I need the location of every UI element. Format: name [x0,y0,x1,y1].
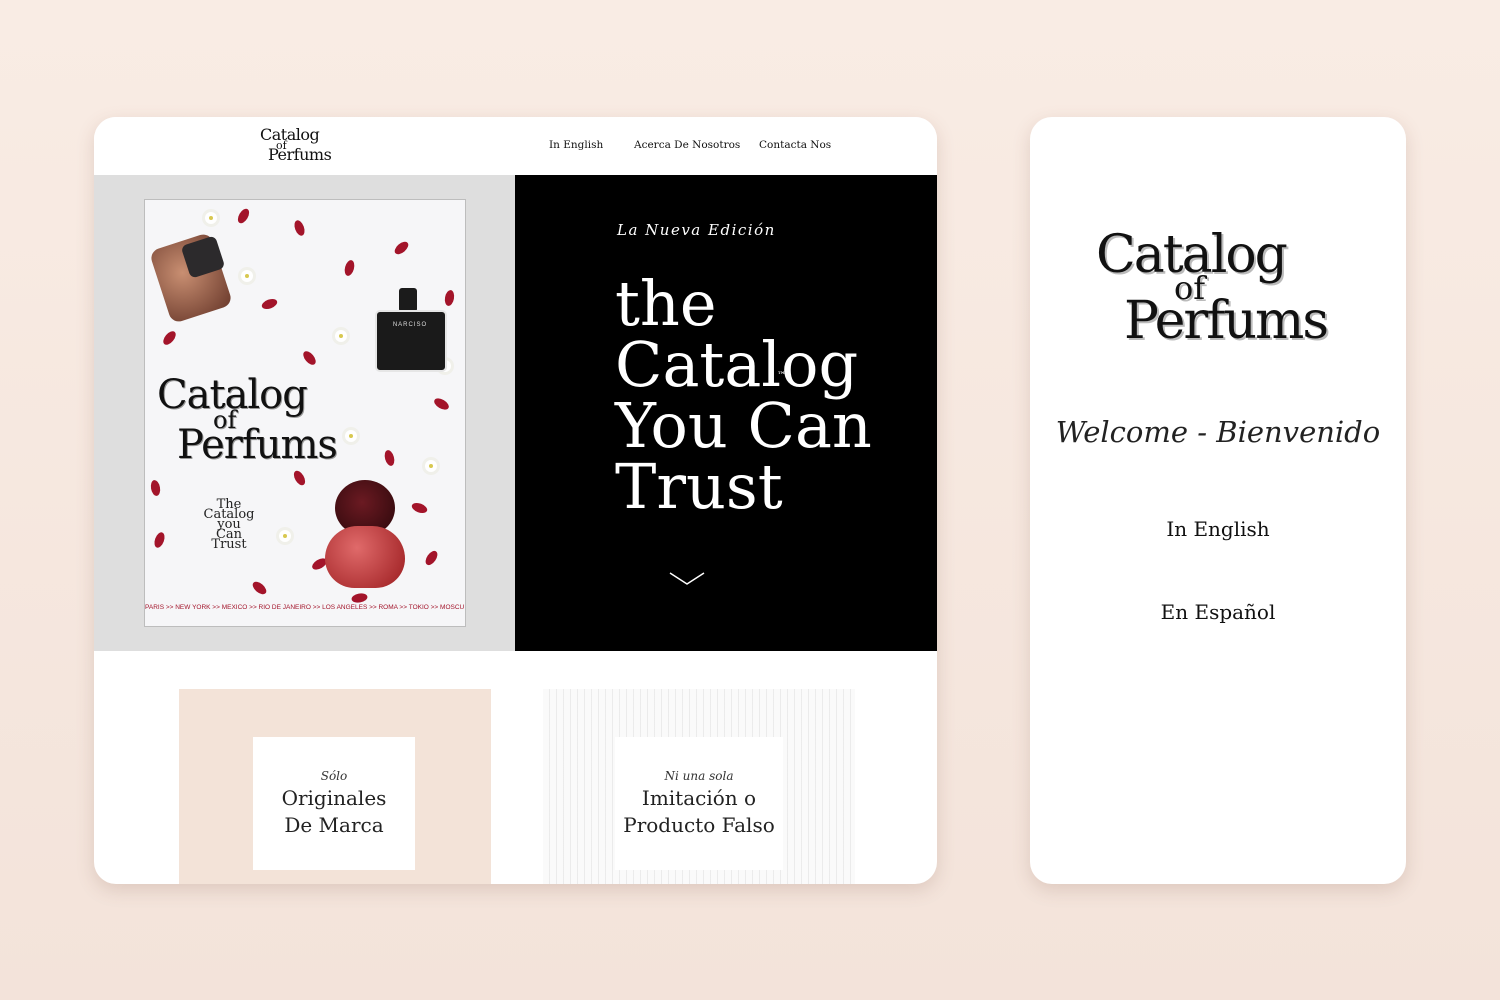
site-header: Catalog of Perfums In English Acerca De … [94,117,937,175]
hero-image-panel: NARCISO Catalog of Perfums The Catalog y… [94,175,515,651]
petal-decoration [300,348,319,368]
mobile-logo-perfums: Perfums [1124,291,1329,351]
feature-kicker: Sólo [320,769,348,783]
flower-decoration [279,530,291,542]
petal-decoration [291,468,308,488]
poster-logo-perfums: Perfums [177,422,338,468]
petal-decoration [432,396,451,412]
hero-text-panel: La Nueva Edición the Catalog You Can Tru… [515,175,937,651]
perfume-bottle-image [375,310,447,372]
feature-title: Originales De Marca [253,785,415,839]
desktop-site-preview: Catalog of Perfums In English Acerca De … [94,117,937,884]
poster-tagline: The Catalog you Can Trust [197,498,261,552]
welcome-heading: Welcome - Bienvenido [1055,415,1381,449]
petal-decoration [350,592,369,604]
feature-text-box: Ni una sola Imitación o Producto Falso [615,737,783,870]
flower-decoration [425,460,437,472]
site-logo[interactable]: Catalog of Perfums [260,125,340,169]
nav-contacta-nos[interactable]: Contacta Nos [759,139,831,151]
poster-tagline-line: Can Trust [211,527,247,552]
feature-card-imitacion: Ni una sola Imitación o Producto Falso [543,689,855,884]
logo-line-perfums: Perfums [268,145,332,164]
chevron-down-icon[interactable] [669,571,705,587]
petal-decoration [149,479,162,497]
petal-decoration [443,289,456,307]
nav-acerca-de-nosotros[interactable]: Acerca De Nosotros [634,139,740,151]
petal-decoration [423,548,440,568]
flower-decoration [241,270,253,282]
hero-headline-line: the [615,267,717,340]
hero-headline: the Catalog You Can Trust [615,267,872,523]
catalog-cover-image: NARCISO Catalog of Perfums The Catalog y… [144,199,466,627]
feature-title-line: Imitación o [641,786,757,810]
link-en-espanol[interactable]: En Español [1030,600,1406,624]
petal-decoration [250,579,269,597]
poster-cities-strip: PARIS >> NEW YORK >> MEXICO >> RIO DE JA… [145,604,465,611]
petal-decoration [152,530,167,550]
petal-decoration [260,297,279,311]
hero-kicker: La Nueva Edición [617,221,776,239]
petal-decoration [343,259,356,277]
nav-in-english[interactable]: In English [549,139,603,151]
hero-headline-line: You Can [615,389,872,462]
feature-title-line: Producto Falso [623,813,775,837]
hero-headline-line: Catalog [615,328,859,401]
feature-title: Imitación o Producto Falso [615,785,783,839]
perfume-bottle-image [325,526,405,588]
petal-decoration [235,206,252,226]
flower-decoration [345,430,357,442]
petal-decoration [410,501,429,515]
petal-decoration [383,449,396,467]
feature-title-line: De Marca [284,813,384,837]
feature-kicker: Ni una sola [664,769,734,783]
mobile-site-preview: Catalog of Perfums Welcome - Bienvenido … [1030,117,1406,884]
perfume-bottle-cap [399,288,417,312]
trademark-symbol: ™ [777,371,786,381]
petal-decoration [392,239,411,257]
petal-decoration [292,218,307,238]
logo-line-catalog: Catalog [260,125,320,144]
flower-decoration [205,212,217,224]
link-in-english[interactable]: In English [1030,517,1406,541]
feature-text-box: Sólo Originales De Marca [253,737,415,870]
feature-title-line: Originales [281,786,387,810]
flower-decoration [335,330,347,342]
feature-card-originales: Sólo Originales De Marca [179,689,491,884]
hero-headline-line: Trust [615,450,783,523]
bottle-label: NARCISO [392,322,428,328]
petal-decoration [160,328,179,348]
